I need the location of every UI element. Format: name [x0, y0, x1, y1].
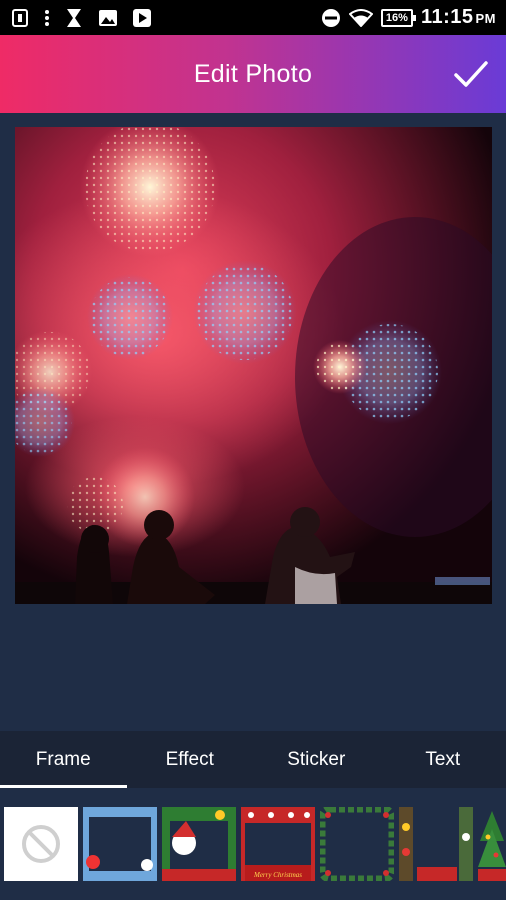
frame-option-santa[interactable] [162, 807, 236, 881]
frame-option-none[interactable] [4, 807, 78, 881]
gallery-icon [98, 8, 118, 28]
hourglass-icon [64, 8, 84, 28]
tab-label: Text [425, 748, 461, 770]
app-header: Edit Photo [0, 35, 506, 113]
no-frame-icon [22, 825, 60, 863]
status-clock: 11:15 PM [421, 6, 496, 29]
page-title: Edit Photo [193, 59, 313, 88]
tab-frame[interactable]: Frame [0, 731, 127, 788]
battery-indicator: 16% [380, 8, 416, 27]
frame-option-ornament[interactable] [399, 807, 473, 881]
checkmark-icon [454, 61, 488, 87]
clock-ampm: PM [475, 11, 496, 26]
fireworks-photo[interactable] [15, 127, 492, 604]
frame-picker: Merry Christmas [0, 799, 506, 900]
tab-label: Sticker [287, 748, 346, 770]
confirm-button[interactable] [452, 55, 490, 93]
banner-text: Merry Christmas [253, 871, 302, 879]
frame-option-christmas-tree[interactable] [478, 807, 506, 881]
tab-text[interactable]: Text [380, 731, 506, 788]
clock-time: 11:15 [420, 6, 474, 28]
frame-option-holly-wreath[interactable] [318, 805, 396, 883]
tab-label: Frame [35, 748, 91, 770]
editor-tab-bar: Frame Effect Sticker Text [0, 731, 506, 788]
frame-option-blue-snowflake[interactable] [83, 807, 157, 881]
battery-percent: 16% [385, 11, 408, 24]
tab-sticker[interactable]: Sticker [253, 731, 380, 788]
wifi-icon [348, 8, 373, 28]
status-bar: 16% 11:15 PM [0, 0, 506, 35]
do-not-disturb-icon [321, 8, 341, 28]
tab-label: Effect [165, 748, 214, 770]
menu-dots-icon [44, 8, 50, 28]
play-store-icon [132, 8, 152, 28]
frame-option-merry-christmas[interactable]: Merry Christmas [241, 807, 315, 881]
sim-icon [10, 8, 30, 28]
tab-effect[interactable]: Effect [127, 731, 254, 788]
